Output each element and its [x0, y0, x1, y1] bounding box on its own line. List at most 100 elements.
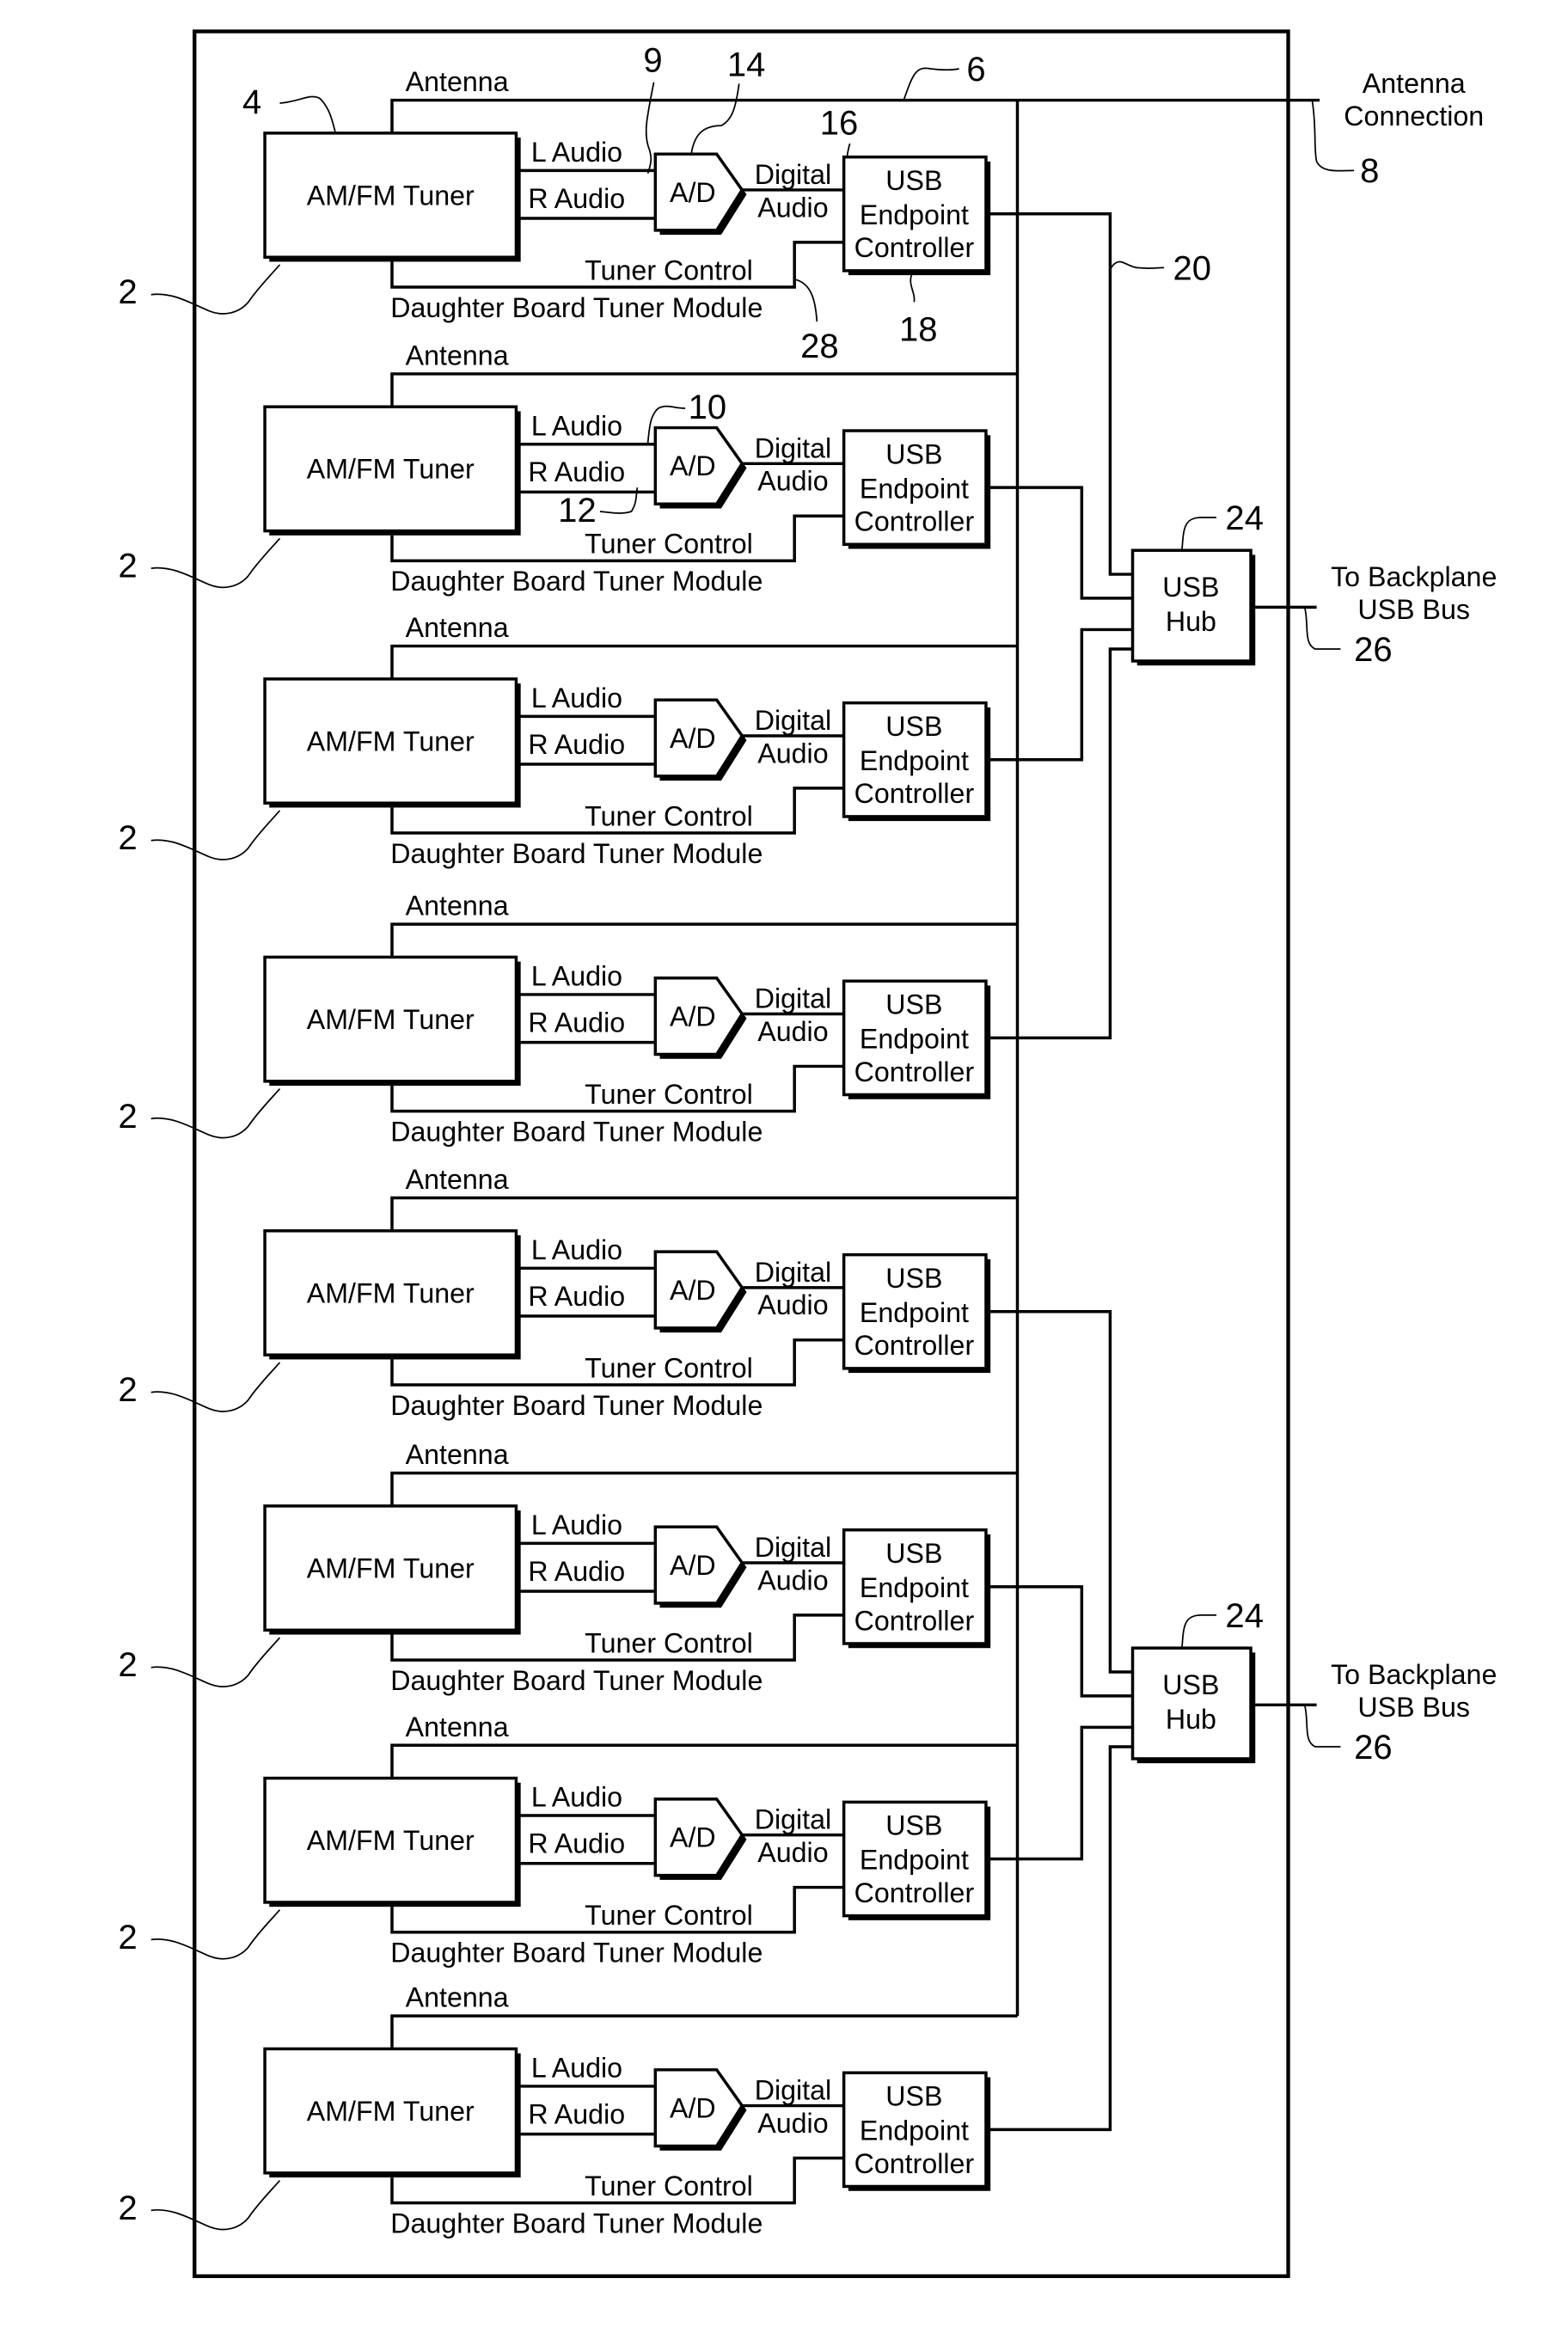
am-fm-tuner-label: AM/FM Tuner	[307, 454, 475, 485]
digital-audio-label-2: Audio	[757, 466, 828, 497]
usb-ec-label-2: Endpoint	[860, 1845, 969, 1876]
usb-ec-label-2: Endpoint	[860, 2116, 969, 2146]
l-audio-ref: 9	[643, 42, 662, 80]
usb-link-wire	[985, 212, 1133, 576]
am-fm-tuner-label: AM/FM Tuner	[307, 1004, 475, 1035]
module-ref-leader	[150, 2179, 281, 2231]
r-audio-label: R Audio	[528, 456, 625, 487]
tuner-control-label: Tuner Control	[585, 1900, 753, 1931]
antenna-connection-label-1: Antenna	[1363, 68, 1466, 99]
digital-audio-label-1: Digital	[755, 1532, 831, 1563]
usb-ec-label-2: Endpoint	[860, 1297, 969, 1328]
l-audio-label: L Audio	[531, 683, 622, 713]
module-label: Daughter Board Tuner Module	[390, 1390, 763, 1421]
digital-audio-label-2: Audio	[757, 1565, 828, 1595]
backplane-leader	[1303, 1705, 1341, 1748]
module-ref: 2	[118, 548, 137, 585]
usb-ec-label-2: Endpoint	[860, 1572, 969, 1603]
antenna-wire	[390, 922, 1018, 958]
ad-converter-label: A/D	[670, 1001, 716, 1032]
usb-ec-label-3: Controller	[854, 232, 975, 263]
usb-ec-label-1: USB	[885, 1263, 942, 1294]
ad-converter-label: A/D	[670, 177, 716, 208]
digital-audio-label-1: Digital	[755, 705, 831, 736]
tuner-control-label: Tuner Control	[585, 1627, 753, 1658]
ad-ref: 14	[727, 46, 766, 84]
module-ref: 2	[118, 1371, 137, 1409]
usb-hub-label-2: Hub	[1166, 1704, 1216, 1735]
module-ref-leader	[150, 1909, 281, 1960]
digital-audio-label-1: Digital	[755, 983, 831, 1014]
module-ref-leader	[150, 264, 281, 315]
ec-ref: 18	[899, 311, 938, 349]
digital-audio-label-1: Digital	[755, 159, 831, 190]
usb-ec-label-2: Endpoint	[860, 473, 969, 504]
antenna-wire	[390, 644, 1018, 679]
module-label: Daughter Board Tuner Module	[390, 292, 763, 323]
digital-audio-label-2: Audio	[757, 1016, 828, 1047]
tuner-control-leader	[795, 279, 818, 322]
ad-converter-label: A/D	[670, 450, 716, 481]
usb-ec-label-3: Controller	[854, 1877, 975, 1908]
usb-hub-label-1: USB	[1162, 1669, 1219, 1700]
backplane-label-1: To Backplane	[1331, 561, 1497, 592]
tuner-control-label: Tuner Control	[585, 2171, 753, 2201]
r-audio-label: R Audio	[528, 183, 625, 214]
usb-hub-ref: 24	[1225, 1597, 1264, 1635]
antenna-label: Antenna	[406, 66, 509, 97]
ad-converter-label: A/D	[670, 1550, 716, 1581]
digital-audio-label-1: Digital	[755, 1257, 831, 1288]
r-audio-label: R Audio	[528, 1556, 625, 1587]
module-ref: 2	[118, 819, 137, 857]
usb-ec-label-1: USB	[885, 989, 942, 1020]
usb-link-leader	[1109, 260, 1165, 270]
module-ref: 2	[118, 1919, 137, 1956]
module-label: Daughter Board Tuner Module	[390, 2207, 763, 2238]
l-audio-alt-ref: 10	[689, 389, 727, 426]
usb-ec-label-2: Endpoint	[860, 1024, 969, 1055]
tuner-control-ref: 28	[800, 328, 839, 365]
module-ref-leader	[150, 1637, 281, 1687]
tuner-control-label: Tuner Control	[585, 800, 753, 831]
usb-hub: USB Hub 24 To BackplaneUSB Bus 26	[1130, 1597, 1497, 1767]
ec-leader	[910, 272, 916, 303]
usb-link-wire	[985, 1745, 1133, 2132]
tuner-control-label: Tuner Control	[585, 1079, 753, 1110]
digital-audio-label-2: Audio	[757, 2108, 828, 2139]
module-label: Daughter Board Tuner Module	[390, 1938, 763, 1969]
module-ref-leader	[150, 810, 281, 860]
usb-ec-label-1: USB	[885, 711, 942, 742]
digital-audio-ref: 16	[820, 105, 859, 143]
usb-ec-label-3: Controller	[854, 1056, 975, 1087]
usb-link-wire	[985, 1310, 1133, 1674]
backplane-ref: 26	[1354, 1729, 1393, 1767]
hub-list: USBHub24To BackplaneUSB Bus26USBHub24To …	[1130, 499, 1497, 1767]
am-fm-tuner-label: AM/FM Tuner	[307, 1552, 475, 1583]
ad-converter-label: A/D	[670, 723, 716, 754]
usb-ec-label-3: Controller	[854, 1605, 975, 1636]
am-fm-tuner-label: AM/FM Tuner	[307, 1277, 475, 1308]
am-fm-tuner-label: AM/FM Tuner	[307, 180, 475, 211]
antenna-label: Antenna	[406, 891, 509, 922]
usb-link-ref: 20	[1173, 249, 1212, 287]
digital-audio-label-2: Audio	[757, 738, 828, 768]
tuner-leader	[279, 95, 336, 132]
r-audio-label: R Audio	[528, 2098, 625, 2129]
digital-audio-label-1: Digital	[755, 432, 831, 463]
usb-ec-label-1: USB	[885, 2081, 942, 2112]
am-fm-tuner-label: AM/FM Tuner	[307, 726, 475, 756]
usb-ec-label-1: USB	[885, 438, 942, 469]
usb-ec-label-1: USB	[885, 165, 942, 196]
module-label: Daughter Board Tuner Module	[390, 1116, 763, 1147]
tuner-control-label: Tuner Control	[585, 1352, 753, 1383]
antenna-bus-ref: 6	[966, 51, 985, 89]
module-label: Daughter Board Tuner Module	[390, 566, 763, 597]
backplane-ref: 26	[1354, 631, 1393, 669]
module-ref: 2	[118, 2189, 137, 2227]
ad-converter-label: A/D	[670, 1275, 716, 1306]
module-ref: 2	[118, 273, 137, 311]
backplane-leader	[1303, 607, 1341, 650]
usb-ec-label-2: Endpoint	[860, 745, 969, 776]
module-ref-leader	[150, 1362, 281, 1412]
l-audio-label: L Audio	[531, 1234, 622, 1265]
